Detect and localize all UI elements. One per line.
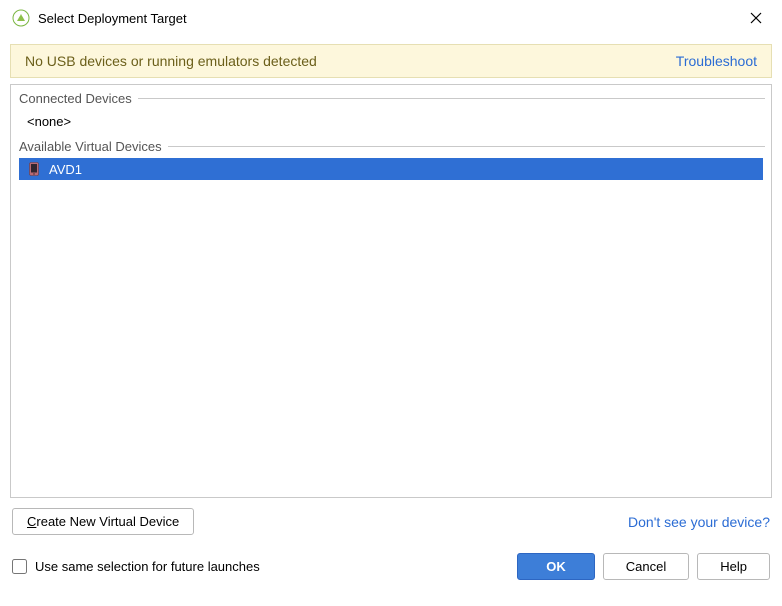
- phone-icon: [27, 162, 41, 176]
- connected-devices-header: Connected Devices: [11, 89, 771, 108]
- help-button[interactable]: Help: [697, 553, 770, 580]
- cancel-button[interactable]: Cancel: [603, 553, 689, 580]
- device-item-selected[interactable]: AVD1: [19, 158, 763, 180]
- warning-banner: No USB devices or running emulators dete…: [10, 44, 772, 78]
- ok-button[interactable]: OK: [517, 553, 595, 580]
- banner-message: No USB devices or running emulators dete…: [25, 53, 317, 69]
- troubleshoot-link[interactable]: Troubleshoot: [676, 53, 757, 69]
- avd-label: Available Virtual Devices: [19, 139, 162, 154]
- available-virtual-devices-header: Available Virtual Devices: [11, 137, 771, 156]
- titlebar: Select Deployment Target: [0, 0, 782, 36]
- android-studio-icon: [12, 9, 30, 27]
- remember-selection-label: Use same selection for future launches: [35, 559, 260, 574]
- remember-selection-input[interactable]: [12, 559, 27, 574]
- device-panel: Connected Devices <none> Available Virtu…: [10, 84, 772, 498]
- remember-selection-checkbox[interactable]: Use same selection for future launches: [12, 559, 260, 574]
- connected-devices-label: Connected Devices: [19, 91, 132, 106]
- create-new-virtual-device-button[interactable]: Create New Virtual Device: [12, 508, 194, 535]
- close-icon[interactable]: [742, 4, 770, 32]
- footer-row: Use same selection for future launches O…: [12, 553, 770, 580]
- connected-none: <none>: [11, 108, 771, 137]
- under-panel-row: Create New Virtual Device Don't see your…: [12, 508, 770, 535]
- device-name: AVD1: [49, 162, 82, 177]
- window-title: Select Deployment Target: [38, 11, 742, 26]
- dialog-buttons: OK Cancel Help: [517, 553, 770, 580]
- dont-see-device-link[interactable]: Don't see your device?: [628, 514, 770, 530]
